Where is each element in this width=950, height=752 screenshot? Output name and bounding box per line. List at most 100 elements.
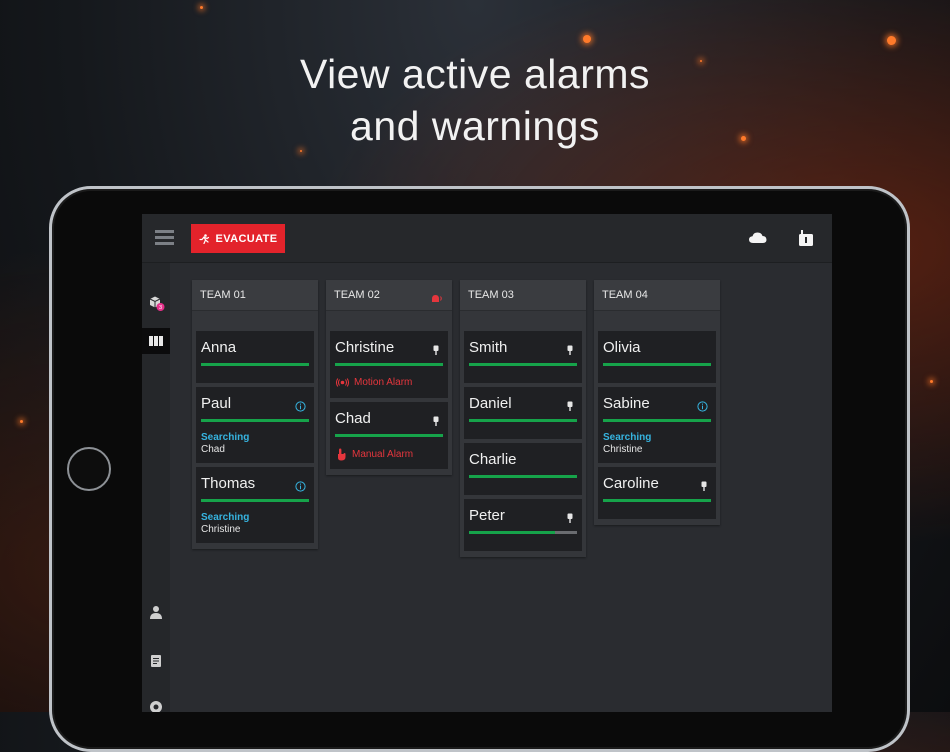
progress-bar <box>469 363 577 366</box>
member-status: Searching <box>603 432 652 443</box>
progress-bar <box>603 363 711 366</box>
team-column: TEAM 01 Anna Paul Searching Chad Thomas Search… <box>192 280 318 549</box>
evacuate-runner-icon <box>199 233 210 244</box>
evacuate-button[interactable]: EVACUATE <box>191 224 285 253</box>
member-card[interactable]: Christine Motion Alarm <box>330 331 448 398</box>
team-title: TEAM 04 <box>602 289 648 301</box>
column-footer-spacer <box>460 555 586 557</box>
person-icon <box>150 606 162 619</box>
progress-fill <box>335 434 443 437</box>
settings-icon <box>150 701 162 712</box>
team-column: TEAM 03 Smith Daniel Charlie Peter <box>460 280 586 557</box>
progress-bar <box>469 419 577 422</box>
progress-bar <box>201 363 309 366</box>
member-status-target: Chad <box>201 444 225 455</box>
member-name: Charlie <box>469 451 517 468</box>
info-icon <box>697 401 708 412</box>
progress-fill <box>469 531 556 534</box>
ember-decoration <box>20 420 23 423</box>
motion-alarm-icon <box>336 378 349 387</box>
progress-bar <box>469 531 577 534</box>
member-card[interactable]: Anna <box>196 331 314 383</box>
columns-icon <box>149 336 163 346</box>
member-name: Chad <box>335 410 371 427</box>
member-status-target: Christine <box>201 524 241 535</box>
member-status-target: Christine <box>603 444 643 455</box>
radio-device-icon[interactable] <box>796 229 816 247</box>
member-name: Thomas <box>201 475 256 492</box>
device-icon <box>700 479 708 497</box>
progress-fill <box>603 363 711 366</box>
member-name: Sabine <box>603 395 650 412</box>
page-headline: View active alarms and warnings <box>0 48 950 152</box>
member-card[interactable]: Sabine Searching Christine <box>598 387 716 463</box>
sidebar-item-board[interactable] <box>142 328 170 354</box>
member-name: Christine <box>335 339 395 356</box>
member-name: Caroline <box>603 475 659 492</box>
progress-bar <box>335 434 443 437</box>
progress-fill <box>469 363 577 366</box>
progress-bar <box>201 499 309 502</box>
device-icon <box>432 414 440 432</box>
cloud-icon[interactable] <box>748 229 768 247</box>
ember-decoration <box>887 36 896 45</box>
progress-fill <box>469 475 577 478</box>
device-icon <box>432 343 440 361</box>
info-icon <box>295 399 306 417</box>
team-header[interactable]: TEAM 04 <box>594 280 720 311</box>
package-icon: 3 <box>149 296 165 311</box>
member-card[interactable]: Charlie <box>464 443 582 495</box>
sidebar-item-settings[interactable] <box>142 694 170 712</box>
member-alarm: Manual Alarm <box>336 448 413 461</box>
member-card[interactable]: Chad Manual Alarm <box>330 402 448 469</box>
device-icon <box>433 345 439 355</box>
team-header[interactable]: TEAM 02 <box>326 280 452 311</box>
member-card[interactable]: Paul Searching Chad <box>196 387 314 463</box>
team-column: TEAM 04 Olivia Sabine Searching Christine Car… <box>594 280 720 525</box>
team-title: TEAM 02 <box>334 289 380 301</box>
progress-fill <box>201 499 309 502</box>
device-icon <box>567 513 573 523</box>
member-card[interactable]: Smith <box>464 331 582 383</box>
member-name: Paul <box>201 395 232 412</box>
info-icon <box>697 399 708 417</box>
tablet-home-button <box>67 447 111 491</box>
member-card[interactable]: Olivia <box>598 331 716 383</box>
ember-decoration <box>200 6 203 9</box>
sidebar: 3 <box>142 263 170 712</box>
member-name: Peter <box>469 507 505 524</box>
column-footer-spacer <box>192 547 318 549</box>
notification-badge: 3 <box>159 305 162 311</box>
member-card[interactable]: Caroline <box>598 467 716 519</box>
member-card[interactable]: Thomas Searching Christine <box>196 467 314 543</box>
member-card[interactable]: Daniel <box>464 387 582 439</box>
sidebar-item-documents[interactable] <box>142 648 170 674</box>
device-icon <box>566 343 574 361</box>
sidebar-item-profile[interactable] <box>142 599 170 625</box>
column-spacer <box>460 311 586 331</box>
member-card[interactable]: Peter <box>464 499 582 551</box>
ember-decoration <box>930 380 933 383</box>
ember-decoration <box>583 35 591 43</box>
app-screen: EVACUATE 3 TEAM 01 Anna Paul Searching C… <box>142 214 832 712</box>
team-title: TEAM 03 <box>468 289 514 301</box>
device-icon <box>433 416 439 426</box>
column-spacer <box>192 311 318 331</box>
progress-bar <box>201 419 309 422</box>
team-header[interactable]: TEAM 03 <box>460 280 586 311</box>
sidebar-item-packages[interactable]: 3 <box>142 290 170 316</box>
menu-icon[interactable] <box>155 230 174 246</box>
device-icon <box>566 399 574 417</box>
device-icon <box>567 401 573 411</box>
progress-fill <box>201 419 309 422</box>
info-icon <box>295 479 306 497</box>
device-icon <box>566 511 574 529</box>
top-bar: EVACUATE <box>142 214 832 263</box>
team-header[interactable]: TEAM 01 <box>192 280 318 311</box>
progress-bar <box>335 363 443 366</box>
member-alarm: Motion Alarm <box>336 377 412 388</box>
progress-fill <box>603 499 711 502</box>
column-spacer <box>326 311 452 331</box>
alarm-label: Manual Alarm <box>352 449 414 460</box>
device-icon <box>567 345 573 355</box>
